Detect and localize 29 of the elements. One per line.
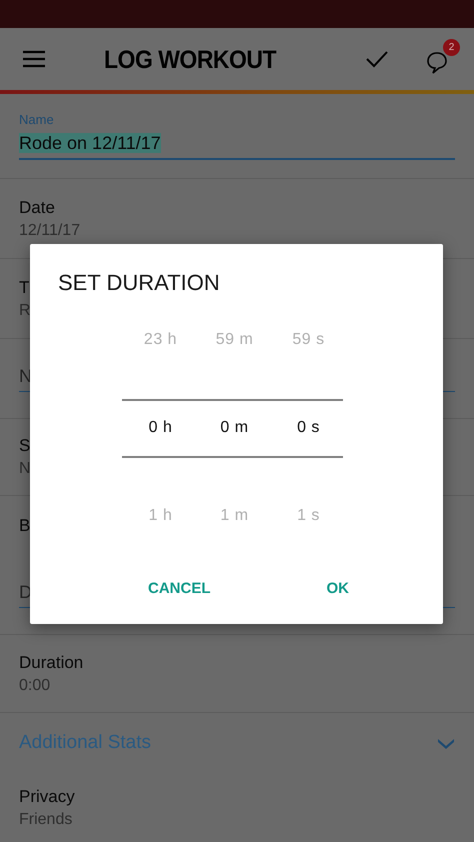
field-value: Friends: [19, 810, 72, 828]
field-value: 12/11/17: [19, 222, 80, 240]
field-label: B: [19, 516, 30, 536]
picker-value[interactable]: 0 s: [297, 384, 320, 472]
chat-bubble-icon: [426, 51, 448, 75]
notification-badge: 2: [443, 39, 460, 56]
field-value: R: [19, 302, 31, 320]
dialog-button[interactable]: OK: [314, 570, 361, 607]
picker-option[interactable]: 1 h: [148, 472, 172, 560]
picker-option[interactable]: 59 m: [216, 296, 254, 384]
name-field[interactable]: Rode on 12/11/17: [19, 131, 455, 160]
picker-value[interactable]: 0 m: [220, 384, 249, 472]
field-label: T: [19, 278, 30, 298]
field-value: 0:00: [19, 676, 50, 694]
field-label: Duration: [19, 652, 84, 672]
picker-value[interactable]: 0 h: [148, 384, 172, 472]
page-title: LOG WORKOUT: [104, 44, 278, 74]
menu-icon[interactable]: [20, 48, 48, 70]
picker-option[interactable]: 59 s: [292, 296, 325, 384]
field-label: S: [19, 436, 30, 456]
dialog-title: SET DURATION: [58, 270, 220, 296]
field-value: N: [19, 460, 31, 478]
picker-option[interactable]: 23 h: [144, 296, 178, 384]
picker-option[interactable]: 1 m: [220, 472, 249, 560]
picker-option[interactable]: 1 s: [297, 472, 320, 560]
field-label: Date: [19, 198, 55, 218]
field-label: Name: [19, 112, 54, 127]
field-label: Privacy: [19, 786, 75, 806]
dialog-button[interactable]: CANCEL: [136, 570, 222, 607]
